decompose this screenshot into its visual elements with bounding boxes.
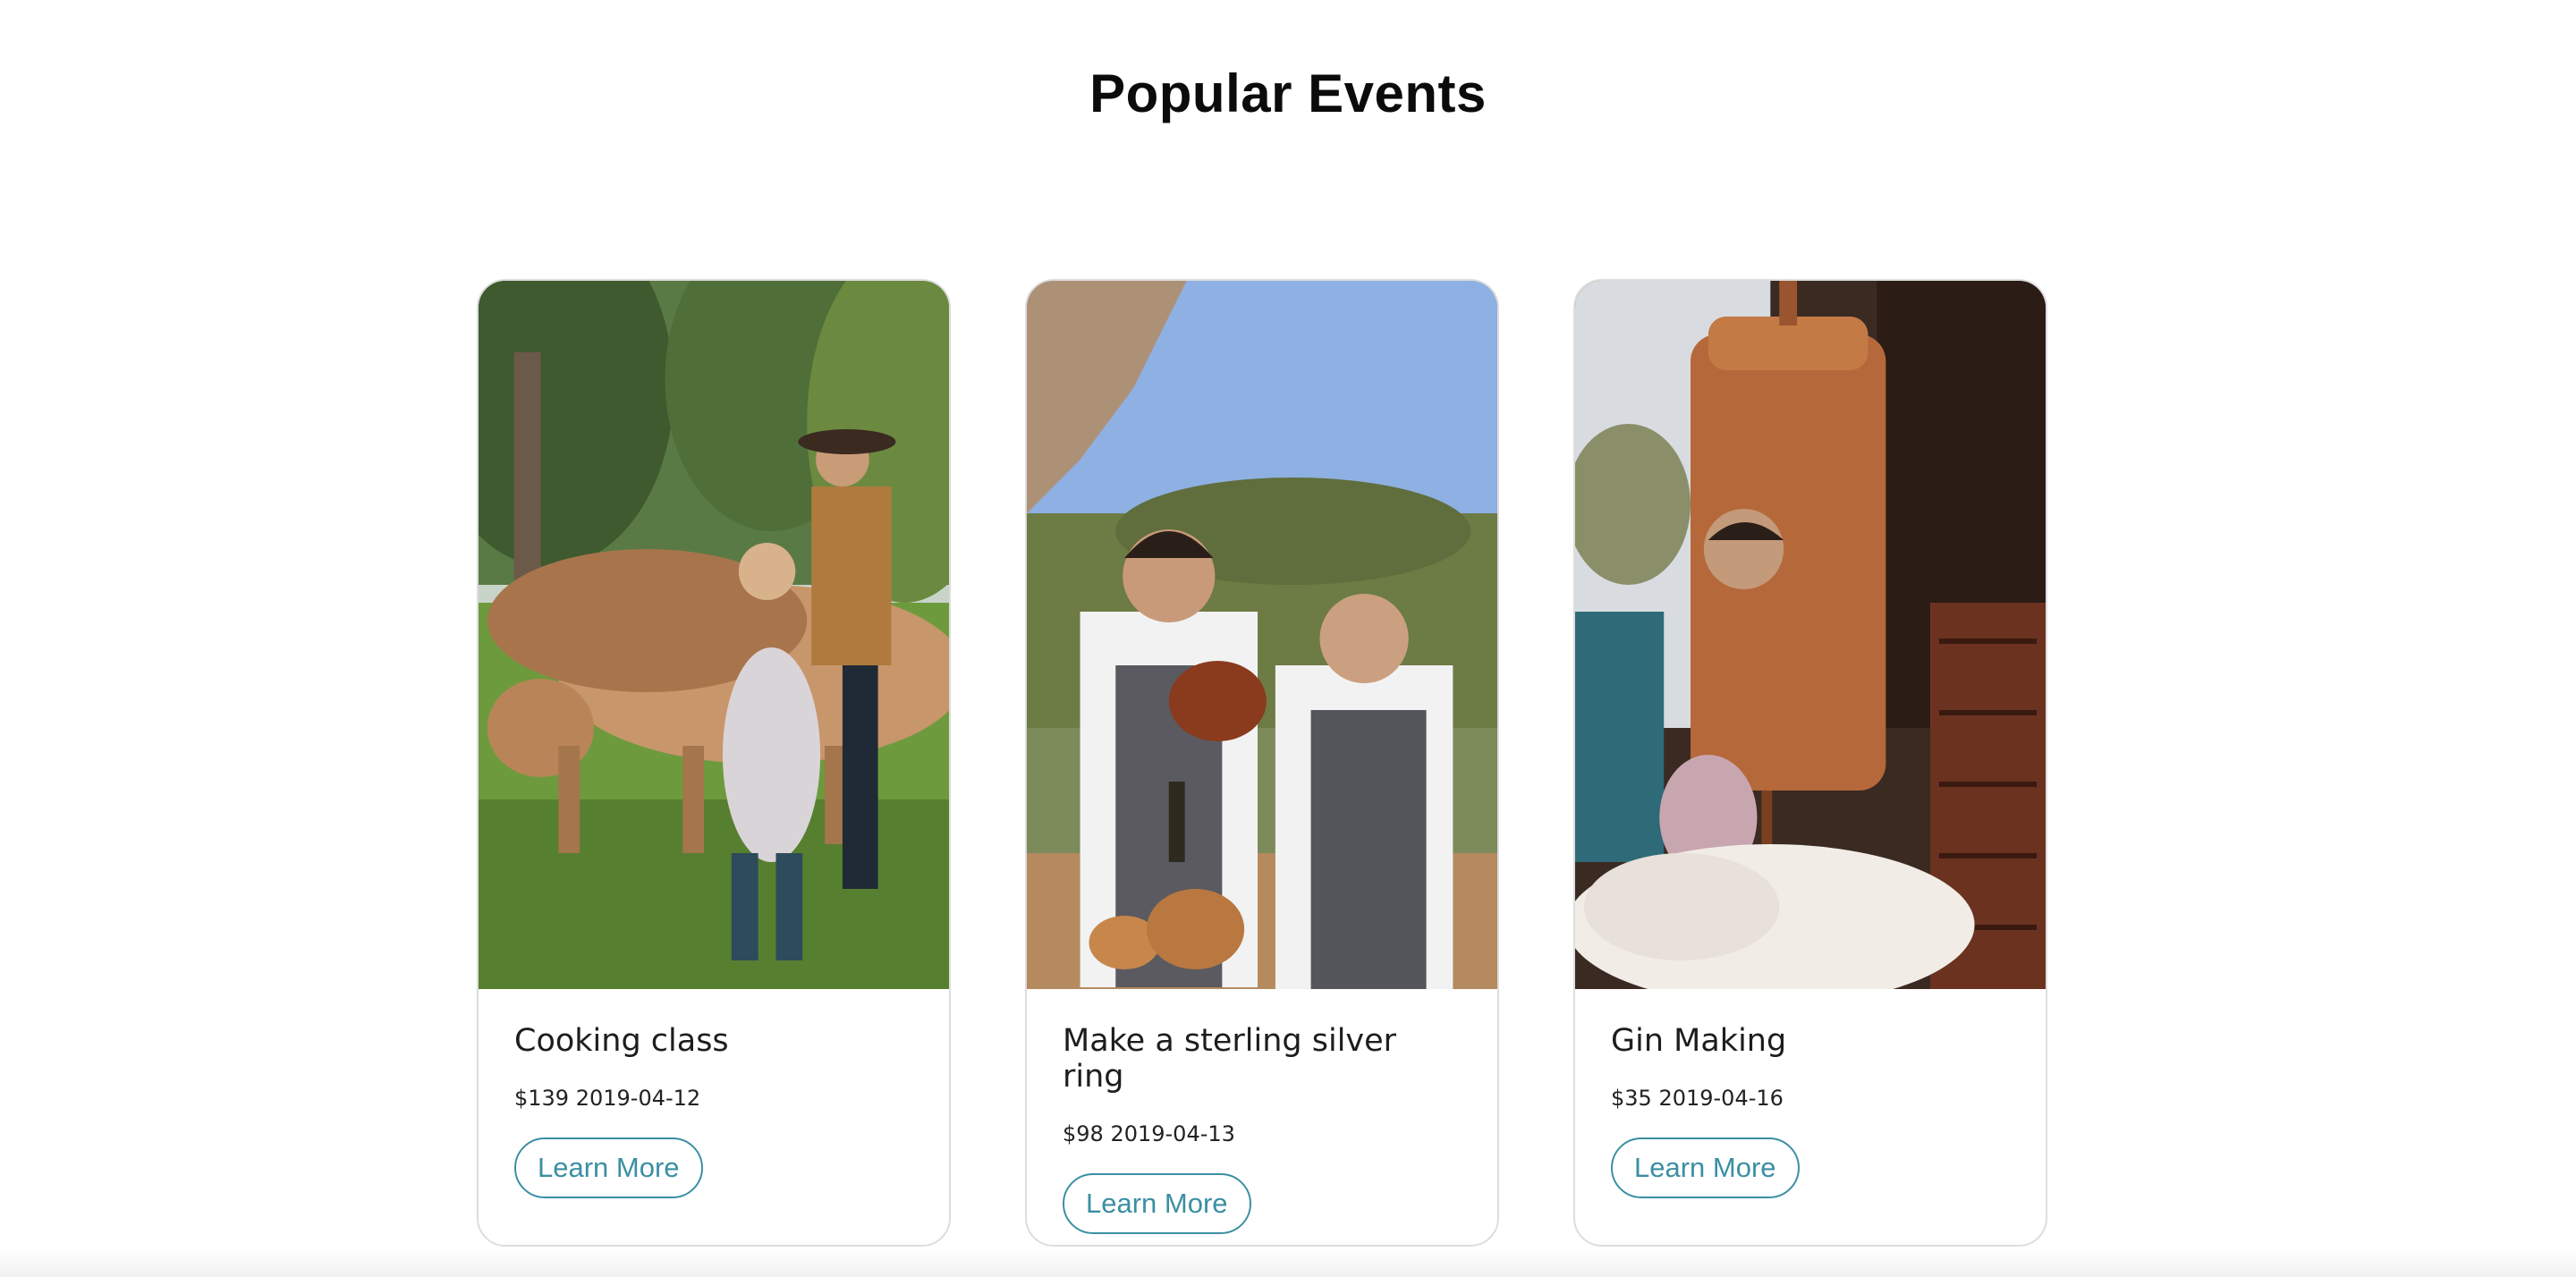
copper-still-photo[interactable] xyxy=(1575,281,2046,989)
learn-more-button[interactable]: Learn More xyxy=(514,1137,703,1198)
event-price-date: $139 2019-04-12 xyxy=(514,1086,701,1111)
event-card-gin-making[interactable]: Gin Making $35 2019-04-16 Learn More xyxy=(1573,279,2047,1247)
learn-more-button[interactable]: Learn More xyxy=(1611,1137,1800,1198)
bottom-shadow xyxy=(0,1250,2576,1277)
event-title: Cooking class xyxy=(514,1023,729,1059)
events-list: Cooking class $139 2019-04-12 Learn More xyxy=(477,279,2047,1247)
learn-more-button[interactable]: Learn More xyxy=(1063,1173,1251,1234)
two-chefs-photo[interactable] xyxy=(1027,281,1497,989)
event-price-date: $35 2019-04-16 xyxy=(1611,1086,1784,1111)
farm-cows-photo[interactable] xyxy=(479,281,949,989)
event-card-silver-ring[interactable]: Make a sterling silver ring $98 2019-04-… xyxy=(1025,279,1499,1247)
event-price-date: $98 2019-04-13 xyxy=(1063,1121,1235,1146)
event-title: Gin Making xyxy=(1611,1023,1787,1059)
event-title: Make a sterling silver ring xyxy=(1063,1023,1397,1095)
page-title: Popular Events xyxy=(1089,63,1487,123)
event-card-cooking-class[interactable]: Cooking class $139 2019-04-12 Learn More xyxy=(477,279,951,1247)
